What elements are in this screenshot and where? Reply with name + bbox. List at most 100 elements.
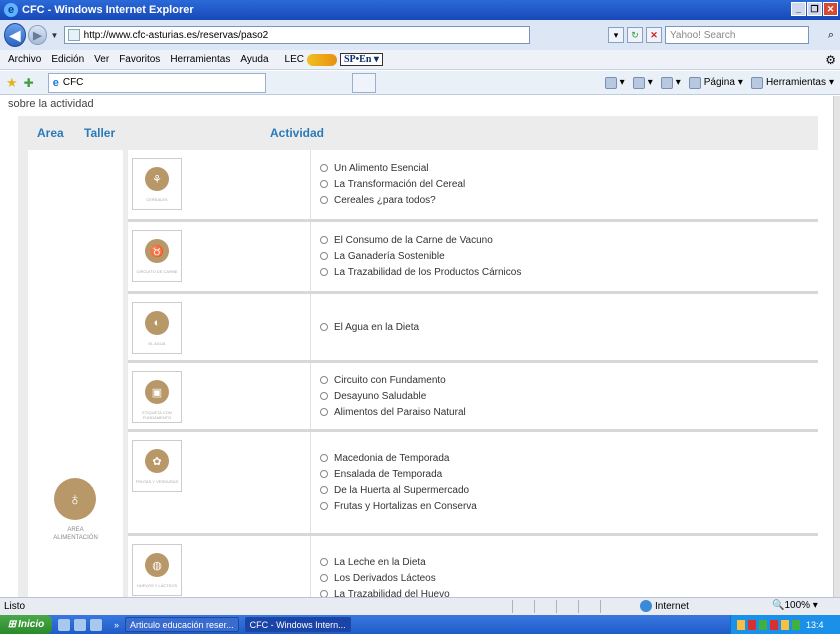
- activity-option[interactable]: Macedonia de Temporada: [320, 450, 477, 466]
- activity-option[interactable]: El Consumo de la Carne de Vacuno: [320, 232, 521, 248]
- activity-radio[interactable]: [320, 454, 328, 462]
- activity-radio[interactable]: [320, 196, 328, 204]
- activity-option[interactable]: Un Alimento Esencial: [320, 160, 465, 176]
- search-icon[interactable]: ⌕: [822, 26, 840, 44]
- menu-favoritos[interactable]: Favoritos: [119, 54, 160, 65]
- area-label-line2: ALIMENTACIÓN: [53, 535, 98, 541]
- taller-row: ✿ FRUTAS Y VERDURAS Macedonia de Temporada…: [128, 432, 818, 536]
- desktop-quicklaunch-icon[interactable]: [90, 618, 102, 631]
- tray-icon-1[interactable]: [737, 619, 745, 630]
- add-favorite-icon[interactable]: ✚: [24, 76, 34, 90]
- tab-cfc[interactable]: e CFC: [47, 72, 266, 93]
- refresh-button[interactable]: ↻: [627, 27, 643, 43]
- taller-rows: ⚘ CEREALES Un Alimento Esencial La Transfor…: [128, 150, 818, 597]
- start-button[interactable]: ⊞ Inicio: [0, 615, 52, 634]
- header-taller: Taller: [84, 126, 116, 140]
- task-articulo[interactable]: Articulo educación reser...: [125, 617, 239, 632]
- activity-option[interactable]: La Trazabilidad del Huevo: [320, 586, 450, 597]
- tray-icon-5[interactable]: [781, 619, 789, 630]
- activity-radio[interactable]: [320, 392, 328, 400]
- activity-radio[interactable]: [320, 470, 328, 478]
- activity-radio[interactable]: [320, 252, 328, 260]
- search-input[interactable]: Yahoo! Search: [665, 26, 809, 44]
- activity-option[interactable]: La Trazabilidad de los Productos Cárnico…: [320, 264, 521, 280]
- window-title: CFC - Windows Internet Explorer: [22, 4, 194, 16]
- activity-option[interactable]: Circuito con Fundamento: [320, 372, 466, 388]
- clock: 13:4: [806, 619, 824, 630]
- activity-radio[interactable]: [320, 590, 328, 597]
- forward-button[interactable]: ▶: [28, 25, 47, 45]
- menu-bar: Archivo Edición Ver Favoritos Herramient…: [0, 50, 840, 70]
- close-button[interactable]: ✕: [823, 2, 838, 16]
- activity-radio[interactable]: [320, 323, 328, 331]
- print-button[interactable]: ▾: [660, 76, 681, 89]
- activity-label: Un Alimento Esencial: [334, 162, 429, 174]
- menu-herramientas[interactable]: Herramientas: [170, 54, 230, 65]
- activity-option[interactable]: La Ganadería Sostenible: [320, 248, 521, 264]
- activity-radio[interactable]: [320, 180, 328, 188]
- translate-dropdown[interactable]: SP•En ▾: [339, 53, 383, 66]
- tray-icon-2[interactable]: [748, 619, 756, 630]
- activity-radio[interactable]: [320, 236, 328, 244]
- task-cfc[interactable]: CFC - Windows Intern...: [244, 617, 351, 632]
- activity-radio[interactable]: [320, 376, 328, 384]
- activity-option[interactable]: Alimentos del Paraiso Natural: [320, 404, 466, 420]
- quicklaunch-more-icon[interactable]: »: [114, 620, 119, 630]
- ie-quicklaunch-icon[interactable]: [58, 618, 70, 631]
- header-area: Area: [37, 126, 64, 140]
- water-drop-icon: ◐: [145, 311, 169, 335]
- menu-ver[interactable]: Ver: [94, 54, 109, 65]
- activity-radio[interactable]: [320, 502, 328, 510]
- activity-option[interactable]: Cereales ¿para todos?: [320, 192, 465, 208]
- stop-button[interactable]: ✕: [646, 27, 662, 43]
- restore-button[interactable]: ❐: [807, 2, 822, 16]
- activity-option[interactable]: Los Derivados Lácteos: [320, 570, 450, 586]
- url-field[interactable]: http://www.cfc-asturias.es/reservas/paso…: [63, 26, 530, 44]
- taller-caption: ETIQUETA CON FUNDAMENTO: [142, 410, 172, 420]
- feeds-button[interactable]: ▾: [632, 76, 653, 89]
- toolbar-extension-icon[interactable]: ⚙: [825, 53, 836, 67]
- menu-archivo[interactable]: Archivo: [8, 54, 41, 65]
- activity-label: De la Huerta al Supermercado: [334, 484, 470, 496]
- menu-edicion[interactable]: Edición: [51, 54, 84, 65]
- activity-option[interactable]: Ensalada de Temporada: [320, 466, 477, 482]
- activity-label: La Leche en la Dieta: [334, 556, 426, 568]
- tools-menu-button[interactable]: Herramientas ▾: [750, 76, 834, 89]
- activity-radio[interactable]: [320, 408, 328, 416]
- activity-radio[interactable]: [320, 574, 328, 582]
- activity-radio[interactable]: [320, 486, 328, 494]
- wheat-icon: ⚘: [145, 167, 169, 191]
- url-dropdown-button[interactable]: ▾: [608, 27, 624, 43]
- back-button[interactable]: ◀: [4, 23, 27, 47]
- history-dropdown[interactable]: ▼: [51, 31, 60, 40]
- zoom-control[interactable]: 🔍100% ▾: [772, 600, 818, 611]
- vertical-scrollbar[interactable]: [833, 96, 840, 597]
- activity-radio[interactable]: [320, 164, 328, 172]
- taller-cell: ♉ CIRCUITO DE CARNE: [128, 222, 311, 291]
- taller-row: ♉ CIRCUITO DE CARNE El Consumo de la Carne…: [128, 222, 818, 294]
- home-button[interactable]: ▾: [604, 76, 625, 89]
- page-menu-button[interactable]: Página ▾: [688, 76, 743, 89]
- activity-label: La Ganadería Sostenible: [334, 250, 445, 262]
- activity-option[interactable]: La Leche en la Dieta: [320, 554, 450, 570]
- menu-ayuda[interactable]: Ayuda: [240, 54, 268, 65]
- activity-radio[interactable]: [320, 558, 328, 566]
- status-text: Listo: [4, 601, 26, 612]
- tray-icon-3[interactable]: [759, 619, 767, 630]
- outlook-quicklaunch-icon[interactable]: [74, 618, 86, 631]
- activity-radio[interactable]: [320, 268, 328, 276]
- tray-icon-4[interactable]: [770, 619, 778, 630]
- activity-option[interactable]: El Agua en la Dieta: [320, 319, 419, 335]
- lec-toolbar[interactable]: LEC SP•En ▾: [285, 53, 383, 66]
- favorites-star-icon[interactable]: ★: [6, 75, 18, 91]
- minimize-button[interactable]: _: [791, 2, 806, 16]
- activity-option[interactable]: Frutas y Hortalizas en Conserva: [320, 498, 477, 514]
- activity-option[interactable]: Desayuno Saludable: [320, 388, 466, 404]
- taller-image: ⚘ CEREALES: [132, 158, 182, 210]
- security-zone[interactable]: Internet: [640, 600, 689, 612]
- activity-option[interactable]: La Transformación del Cereal: [320, 176, 465, 192]
- tray-icon-6[interactable]: [792, 619, 800, 630]
- new-tab-button[interactable]: [351, 72, 376, 93]
- activity-option[interactable]: De la Huerta al Supermercado: [320, 482, 477, 498]
- section-label: sobre la actividad: [8, 98, 94, 110]
